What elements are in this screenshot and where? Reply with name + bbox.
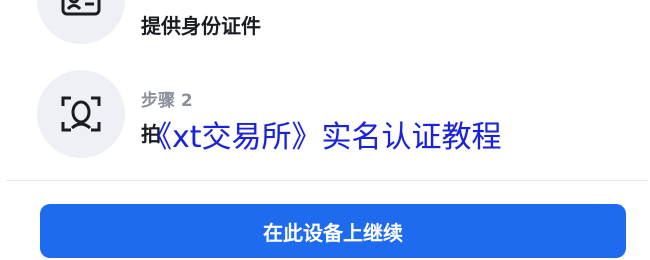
step1-icon-circle (37, 0, 125, 44)
id-card-icon (61, 0, 101, 16)
step2-label: 步骤 2 (141, 91, 193, 111)
continue-on-device-button[interactable]: 在此设备上继续 (40, 204, 626, 258)
watermark-overlay: 《xt交易所》实名认证教程 (142, 120, 502, 155)
divider (6, 180, 648, 181)
step1-title: 提供身份证件 (141, 14, 261, 38)
face-scan-icon (61, 96, 101, 132)
step2-icon-circle (37, 70, 125, 158)
